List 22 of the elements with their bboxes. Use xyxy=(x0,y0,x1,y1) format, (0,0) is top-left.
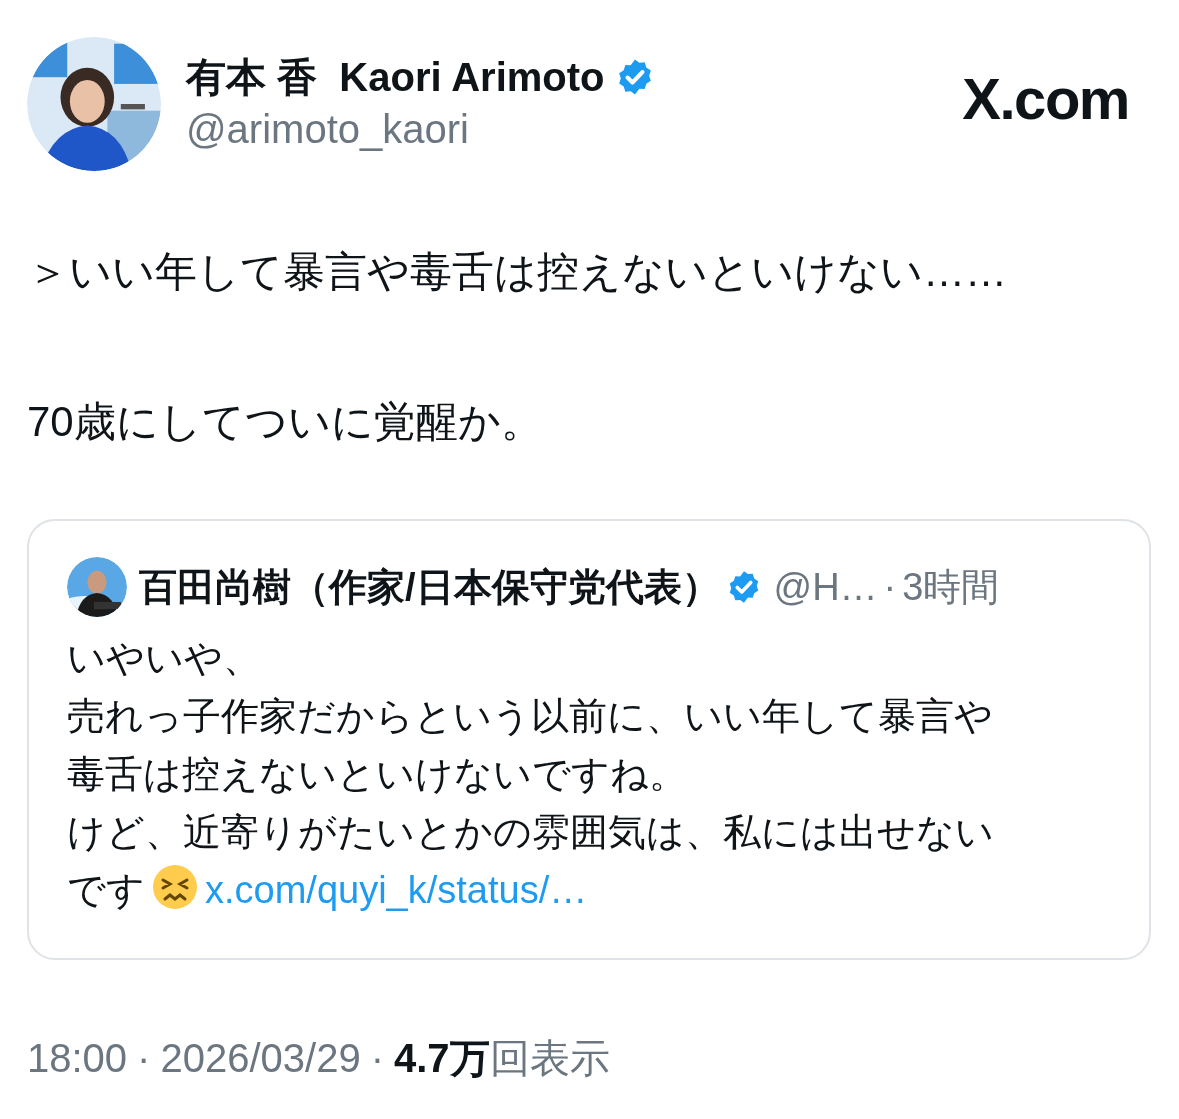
quoted-post-text: 毒舌は控えないといけないですね。 xyxy=(67,752,688,797)
quoted-post-text: です x.com/quyi_k/status/… xyxy=(67,861,1111,919)
post-date: 2026/03/29 xyxy=(160,1035,361,1082)
separator: · xyxy=(136,1035,152,1082)
quoted-post-text: 売れっ子作家だからという以前に、いい年して暴言や xyxy=(67,694,994,739)
post-time: 18:00 xyxy=(27,1035,128,1082)
post-count: 4.7万 xyxy=(393,1035,490,1082)
separator: · xyxy=(883,564,897,610)
author-name: 有本 香 Kaori Arimoto xyxy=(186,54,605,101)
quoted-post-card[interactable]: 百田尚樹（作家/日本保守党代表） @H…·3時間 いやいや、 売れっ子作家だからという以前に、いい年して暴言や 毒舌は控えないといけないですね。 けど、近寄りがたいとかの雰囲気は、私には出せない です x.com/quyi_k/status/… xyxy=(27,519,1151,960)
quoted-post-text: けど、近寄りがたいとかの雰囲気は、私には出せない xyxy=(67,810,995,855)
quoted-author-name: 百田尚樹（作家/日本保守党代表） xyxy=(139,564,720,610)
quoted-post-text: いやいや、 xyxy=(67,636,262,681)
post-text: 70歳にしてついに覚醒か。 xyxy=(27,397,544,447)
site-logo: X.com xyxy=(962,65,1129,133)
quoted-time: 3時間 xyxy=(902,564,1000,610)
separator: · xyxy=(369,1035,385,1082)
quoted-handle: @H… xyxy=(773,564,878,610)
post-text: ＞いい年して暴言や毒舌は控えないといけない…… xyxy=(27,247,1008,297)
author-handle: @arimoto_kaori xyxy=(186,106,470,153)
post-label: 回表示 xyxy=(489,1035,610,1082)
confounded-face-icon xyxy=(151,863,199,911)
